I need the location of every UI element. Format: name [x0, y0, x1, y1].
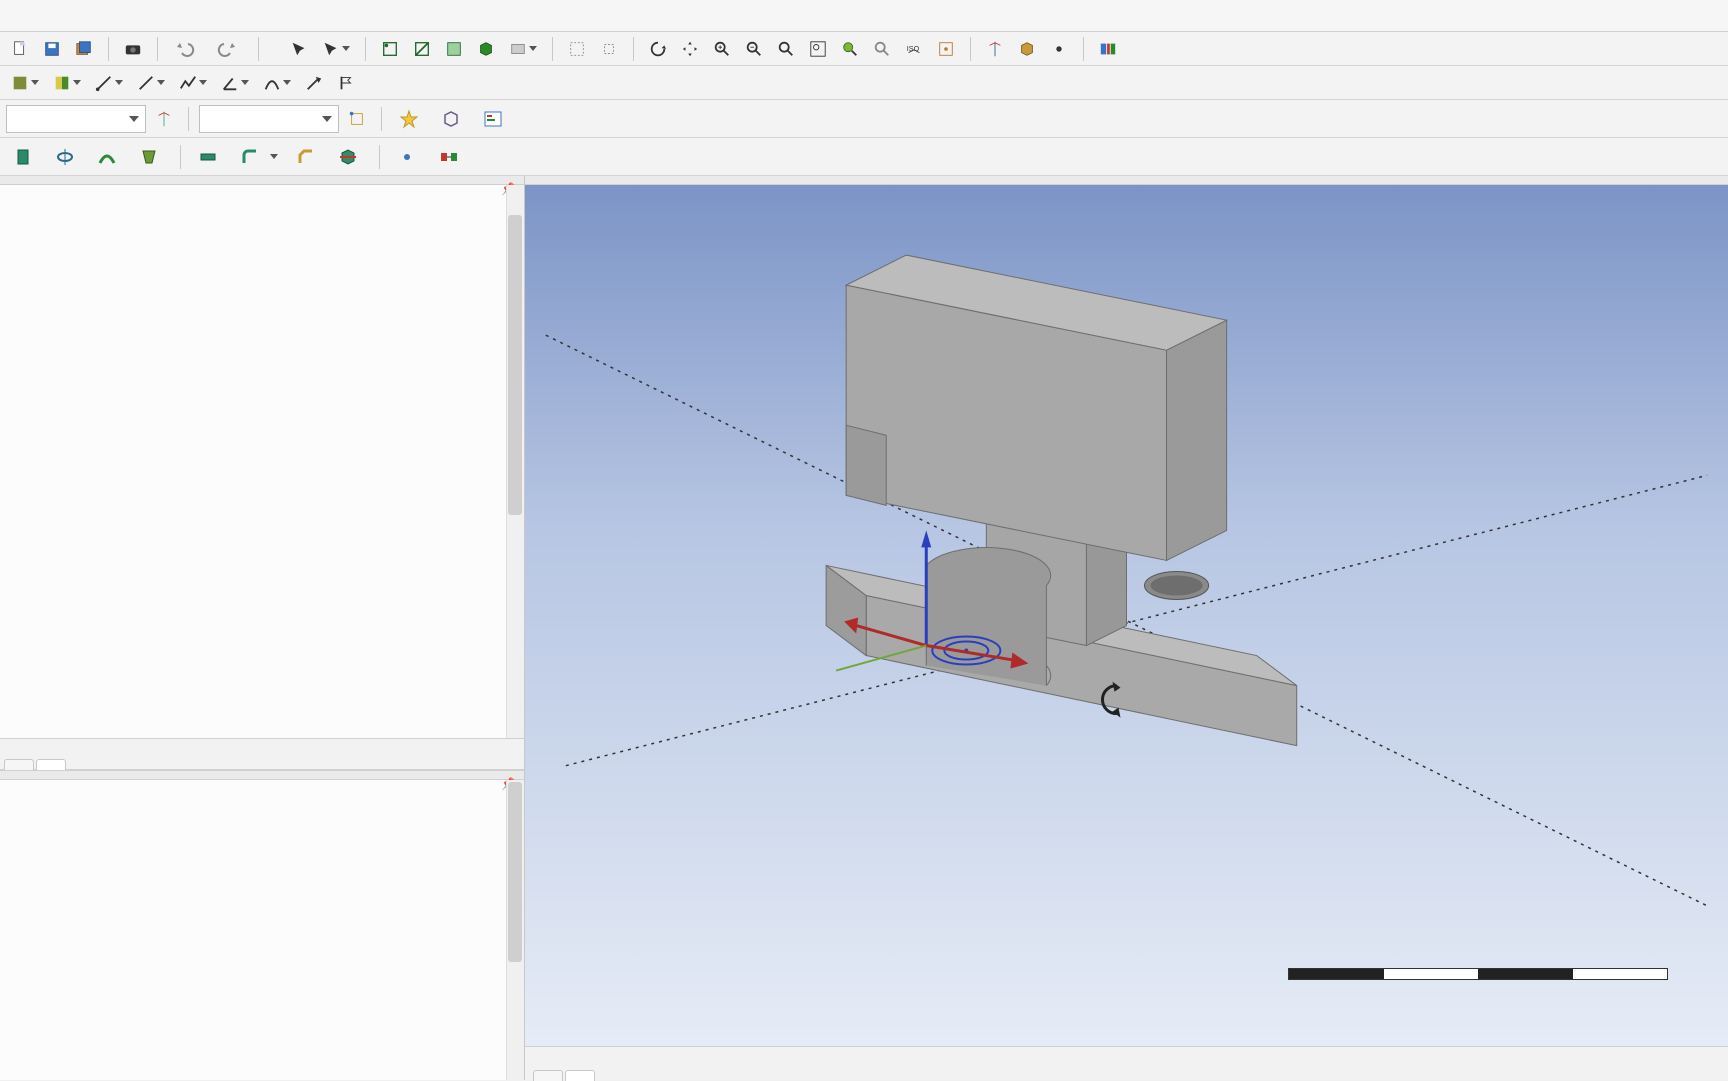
angle-tool-icon[interactable] — [216, 70, 254, 96]
point-button[interactable] — [390, 143, 428, 171]
details-scrollbar[interactable] — [506, 780, 524, 1080]
filter-face-icon[interactable] — [440, 36, 468, 62]
right-column — [525, 176, 1728, 1080]
generate-button[interactable] — [392, 105, 430, 133]
plane-combo[interactable] — [6, 105, 146, 133]
main-area: 📌 📌 — [0, 176, 1728, 1080]
parameters-icon[interactable] — [1094, 36, 1122, 62]
zoom-in-icon[interactable] — [708, 36, 736, 62]
zoom-fit-icon[interactable] — [772, 36, 800, 62]
cube-icon[interactable] — [1013, 36, 1041, 62]
point-tool-icon[interactable] — [1045, 36, 1073, 62]
tab-print-preview[interactable] — [565, 1070, 595, 1081]
details-view-title: 📌 — [0, 770, 524, 780]
tree-outline-title: 📌 — [0, 176, 524, 185]
details-view-panel — [0, 780, 524, 1080]
sweep-button[interactable] — [90, 143, 128, 171]
select-cursor-dd-icon[interactable] — [317, 36, 355, 62]
arrow-tool-icon[interactable] — [300, 70, 328, 96]
share-topology-button[interactable] — [434, 105, 472, 133]
skinloft-button[interactable] — [132, 143, 170, 171]
thin-surface-button[interactable] — [191, 143, 229, 171]
tree-outline-panel — [0, 185, 524, 738]
blend-button[interactable] — [233, 143, 285, 171]
left-column: 📌 📌 — [0, 176, 525, 1080]
prev-zoom-icon[interactable] — [868, 36, 896, 62]
menu-units[interactable] — [110, 12, 134, 20]
tree-scrollbar[interactable] — [506, 185, 524, 738]
menu-create[interactable] — [32, 12, 56, 20]
toolbar-context — [0, 100, 1728, 138]
sketch-combo[interactable] — [199, 105, 339, 133]
expand-sel-icon[interactable] — [563, 36, 591, 62]
conversion-button[interactable] — [432, 143, 470, 171]
iso-icon[interactable]: ISO — [900, 36, 928, 62]
filter-edge-icon[interactable] — [408, 36, 436, 62]
tab-modeling[interactable] — [36, 759, 66, 770]
redo-button[interactable] — [210, 35, 248, 63]
swatch-green-icon[interactable] — [6, 70, 44, 96]
toolbar-sketch-tools — [0, 66, 1728, 100]
tab-model-view[interactable] — [533, 1070, 563, 1081]
select-cursor-icon[interactable] — [285, 36, 313, 62]
extrude-button[interactable] — [6, 143, 44, 171]
swatch-split-icon[interactable] — [48, 70, 86, 96]
new-sketch-icon[interactable] — [343, 106, 371, 132]
filter-body-icon[interactable] — [472, 36, 500, 62]
new-plane-icon[interactable] — [150, 106, 178, 132]
curve-tool-icon[interactable] — [258, 70, 296, 96]
toolbar-main: ISO — [0, 32, 1728, 66]
polyline-tool-icon[interactable] — [174, 70, 212, 96]
chamfer-button[interactable] — [289, 143, 327, 171]
rotate-icon[interactable] — [644, 36, 672, 62]
zoom-sel-icon[interactable] — [836, 36, 864, 62]
save-all-icon[interactable] — [70, 36, 98, 62]
plane-tool-icon[interactable] — [981, 36, 1009, 62]
zoom-out-icon[interactable] — [740, 36, 768, 62]
line-tool-icon[interactable] — [90, 70, 128, 96]
filter-dd-icon[interactable] — [504, 36, 542, 62]
revolve-button[interactable] — [48, 143, 86, 171]
toolbar-features — [0, 138, 1728, 176]
viewport-3d[interactable] — [525, 185, 1728, 1046]
undo-button[interactable] — [168, 35, 206, 63]
flag-tool-icon[interactable] — [332, 70, 360, 96]
filter-vertex-icon[interactable] — [376, 36, 404, 62]
scene-svg — [525, 185, 1728, 1046]
new-icon[interactable] — [6, 36, 34, 62]
capture-icon[interactable] — [119, 36, 147, 62]
viewport-tabs — [525, 1046, 1728, 1080]
shrink-sel-icon[interactable] — [595, 36, 623, 62]
graphics-title — [525, 176, 1728, 185]
pan-icon[interactable] — [676, 36, 704, 62]
tab-sketching[interactable] — [4, 759, 34, 770]
look-at-icon[interactable] — [932, 36, 960, 62]
tree-tabstrip — [0, 738, 524, 770]
menu-concept[interactable] — [58, 12, 82, 20]
menu-help[interactable] — [162, 12, 186, 20]
box-zoom-icon[interactable] — [804, 36, 832, 62]
menu-view[interactable] — [136, 12, 160, 20]
menu-file[interactable] — [6, 12, 30, 20]
save-icon[interactable] — [38, 36, 66, 62]
line-tool-2-icon[interactable] — [132, 70, 170, 96]
menu-bar — [0, 0, 1728, 32]
slice-button[interactable] — [331, 143, 369, 171]
parameters-button[interactable] — [476, 105, 514, 133]
menu-tools[interactable] — [84, 12, 108, 20]
